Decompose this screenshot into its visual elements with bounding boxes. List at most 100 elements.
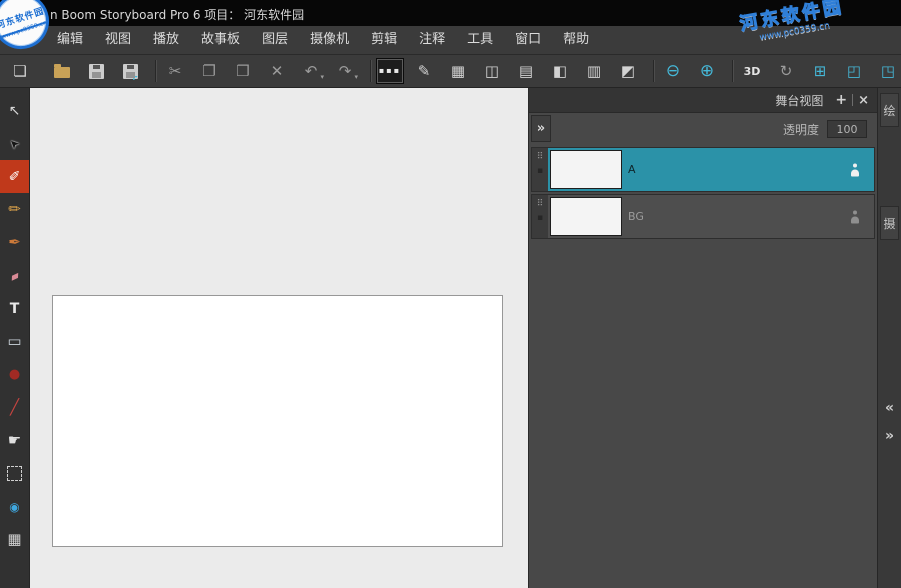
hand-tool-button[interactable]: ☛ xyxy=(0,424,29,457)
transform-tool-button[interactable]: ➤ xyxy=(0,127,29,160)
cut-icon: ✂ xyxy=(169,64,182,79)
toolbar-separator xyxy=(370,60,371,82)
side-tab-camera[interactable]: 摄 xyxy=(880,206,899,240)
swatch-icon[interactable]: ▪ xyxy=(537,167,543,176)
stage-frame[interactable] xyxy=(52,295,503,547)
grid-tool-button[interactable]: ▦ xyxy=(0,523,29,556)
zoom-out-icon: ⊖ xyxy=(666,63,680,80)
copy-icon: ❐ xyxy=(202,64,215,79)
3d-view-icon: 3D xyxy=(744,66,761,77)
menu-captions[interactable]: 注释 xyxy=(408,26,456,54)
brush-tool-button[interactable]: ✐ xyxy=(0,160,29,193)
undo-button[interactable]: ↶▾ xyxy=(297,58,325,84)
open-button[interactable] xyxy=(48,58,76,84)
collapse-left-icon[interactable]: « xyxy=(878,400,901,416)
rectangle-icon: ▭ xyxy=(7,334,21,349)
drag-handle-icon[interactable]: ⠿ xyxy=(537,153,544,162)
3d-view-button[interactable]: 3D xyxy=(738,58,766,84)
close-panel-button[interactable]: × xyxy=(858,93,869,108)
collapse-right-icon[interactable]: » xyxy=(878,428,901,444)
rotate-view-button[interactable]: ↻ xyxy=(772,58,800,84)
person-icon[interactable] xyxy=(850,210,860,223)
layer-body[interactable]: A xyxy=(622,148,874,191)
menu-view[interactable]: 视图 xyxy=(94,26,142,54)
paste-icon: ❒ xyxy=(236,64,249,79)
paste-button[interactable]: ❒ xyxy=(229,58,257,84)
ink-bottle-icon: ✒ xyxy=(8,235,21,250)
layer-toggles: ⠿ ▪ xyxy=(532,195,548,238)
chevron-down-icon[interactable]: ▾ xyxy=(320,73,324,81)
zoom-out-button[interactable]: ⊖ xyxy=(659,58,687,84)
delete-button[interactable]: ✕ xyxy=(263,58,291,84)
solid-pane-view-button[interactable]: ◧ xyxy=(546,58,574,84)
layer-row-a[interactable]: ⠿ ▪ A xyxy=(531,147,875,192)
eraser-tool-button[interactable]: ▰ xyxy=(0,259,29,292)
grid-view-icon: ▦ xyxy=(451,64,465,79)
swatch-icon[interactable]: ▪ xyxy=(537,214,543,223)
menu-windows[interactable]: 窗口 xyxy=(504,26,552,54)
menu-edit[interactable]: 编辑 xyxy=(46,26,94,54)
thumbnail-grid-view-button[interactable]: ▦ xyxy=(444,58,472,84)
3d-translate-button[interactable]: ⊞ xyxy=(806,58,834,84)
layer-name: BG xyxy=(628,210,644,223)
list-view-button[interactable]: ▤ xyxy=(512,58,540,84)
3d-rotate-button[interactable]: ◰ xyxy=(840,58,868,84)
chevron-down-icon[interactable]: ▾ xyxy=(354,73,358,81)
zoom-in-button[interactable]: ⊕ xyxy=(693,58,721,84)
menu-tools[interactable]: 工具 xyxy=(456,26,504,54)
split-view-button[interactable]: ◫ xyxy=(478,58,506,84)
redo-button[interactable]: ↷▾ xyxy=(331,58,359,84)
3d-scale-button[interactable]: ◳ xyxy=(874,58,901,84)
add-panel-button[interactable]: + xyxy=(835,92,847,108)
open-folder-icon xyxy=(54,67,70,78)
table-view-button[interactable]: ▥ xyxy=(580,58,608,84)
select-tool-button[interactable]: ↖ xyxy=(0,94,29,127)
pencil-tool-button[interactable]: ✏ xyxy=(0,193,29,226)
save-button[interactable] xyxy=(82,58,110,84)
dropper-icon: ╱ xyxy=(10,400,19,415)
pen-view-button[interactable]: ✎ xyxy=(410,58,438,84)
layer-thumbnail[interactable] xyxy=(550,197,622,236)
person-icon[interactable] xyxy=(850,163,860,176)
expand-panel-button[interactable]: » xyxy=(531,115,551,142)
plus-badge-icon: + xyxy=(129,71,138,82)
copy-button[interactable]: ❐ xyxy=(195,58,223,84)
cut-button[interactable]: ✂ xyxy=(161,58,189,84)
3d-scale-icon: ◳ xyxy=(881,64,895,79)
menu-camera[interactable]: 摄像机 xyxy=(299,26,360,54)
ink-tool-button[interactable]: ✒ xyxy=(0,226,29,259)
text-icon: T xyxy=(10,302,20,316)
layer-toggles: ⠿ ▪ xyxy=(532,148,548,191)
panel-strip-view-button[interactable]: ▪▪▪ xyxy=(376,58,404,84)
layer-body[interactable]: BG xyxy=(622,195,874,238)
text-tool-button[interactable]: T xyxy=(0,292,29,325)
select-icon: ↖ xyxy=(9,104,21,118)
marquee-tool-button[interactable] xyxy=(0,457,29,490)
menu-play[interactable]: 播放 xyxy=(142,26,190,54)
redo-icon: ↷ xyxy=(339,64,352,79)
rectangle-tool-button[interactable]: ▭ xyxy=(0,325,29,358)
opacity-input[interactable] xyxy=(827,120,867,138)
menu-clips[interactable]: 剪辑 xyxy=(360,26,408,54)
paint-bucket-icon: ● xyxy=(9,368,20,381)
paint-tool-button[interactable]: ● xyxy=(0,358,29,391)
new-document-button[interactable]: ❏ xyxy=(6,58,34,84)
color-tool-button[interactable]: ◉ xyxy=(0,490,29,523)
layer-thumbnail[interactable] xyxy=(550,150,622,189)
pen-icon: ✎ xyxy=(418,64,431,79)
layer-list: ⠿ ▪ A ⠿ ▪ BG xyxy=(529,145,877,243)
rotate-view-icon: ↻ xyxy=(780,64,793,79)
side-tab-draw[interactable]: 绘 xyxy=(880,93,899,127)
menu-help[interactable]: 帮助 xyxy=(552,26,600,54)
menu-storyboard[interactable]: 故事板 xyxy=(190,26,251,54)
dropper-tool-button[interactable]: ╱ xyxy=(0,391,29,424)
chart-view-button[interactable]: ◩ xyxy=(614,58,642,84)
drag-handle-icon[interactable]: ⠿ xyxy=(537,200,544,209)
window-title: n Boom Storyboard Pro 6 项目： 河东软件园 xyxy=(50,6,304,23)
save-all-button[interactable]: + xyxy=(116,58,144,84)
tool-sidebar: ↖ ➤ ✐ ✏ ✒ ▰ T ▭ ● ╱ ☛ ◉ ▦ xyxy=(0,88,30,588)
table-view-icon: ▥ xyxy=(587,64,601,79)
menu-layer[interactable]: 图层 xyxy=(251,26,299,54)
tab-stage-view[interactable]: 舞台视图 xyxy=(775,92,823,109)
layer-row-bg[interactable]: ⠿ ▪ BG xyxy=(531,194,875,239)
